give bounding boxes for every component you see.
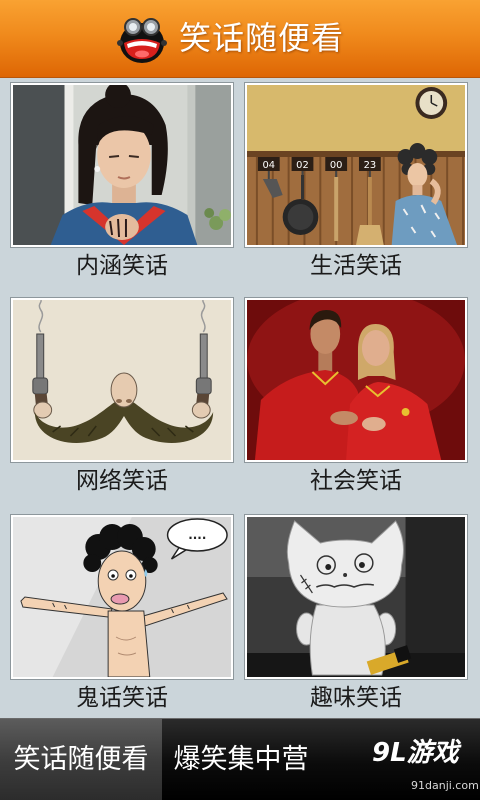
app-header: 笑话随便看 (0, 0, 480, 78)
watermark-site: 91danji.com (411, 779, 479, 792)
clock-icon (415, 87, 448, 119)
category-thumbnail[interactable] (244, 514, 468, 680)
app-title: 笑话随便看 (179, 19, 345, 57)
woman-portrait-image (13, 85, 231, 245)
category-thumbnail[interactable] (10, 82, 234, 248)
app-logo-icon (117, 18, 167, 63)
category-label: 生活笑话 (310, 253, 402, 279)
nose (110, 372, 138, 408)
category-tile-society[interactable]: 社会笑话 (244, 297, 468, 497)
category-label: 趣味笑话 (310, 685, 402, 711)
category-label: 社会笑话 (310, 468, 402, 494)
couple-red-jerseys-image (247, 300, 465, 460)
tab-browse-jokes[interactable]: 笑话随便看 (0, 719, 162, 800)
category-tile-fun[interactable]: 趣味笑话 (244, 514, 468, 714)
category-thumbnail[interactable] (244, 297, 468, 463)
category-tile-neihan[interactable]: 内涵笑话 (10, 82, 234, 282)
cartoon-man-image: .... (13, 517, 231, 677)
tab-joke-camp[interactable]: 爆笑集中营 (162, 719, 320, 800)
category-thumbnail[interactable]: 04 02 00 23 (244, 82, 468, 248)
hook-number: 04 (263, 160, 276, 171)
bottom-tab-bar: 笑话随便看 爆笑集中营 9L游戏 91danji.com (0, 718, 480, 800)
hook-number: 23 (364, 160, 377, 171)
bubble-text: .... (188, 528, 206, 542)
category-grid: 内涵笑话 04 02 00 23 生活笑话 网络笑话 社会笑话 .... 鬼话笑… (0, 78, 480, 718)
category-tile-ghost[interactable]: .... 鬼话笑话 (10, 514, 234, 714)
hook-number: 02 (296, 160, 309, 171)
hook-number: 00 (330, 160, 343, 171)
category-label: 内涵笑话 (76, 253, 168, 279)
category-thumbnail[interactable]: .... (10, 514, 234, 680)
watermark-logo: 9L游戏 (372, 738, 459, 768)
kitchen-hooks-image: 04 02 00 23 (247, 85, 465, 245)
white-cat-figure-image (247, 517, 465, 677)
category-label: 鬼话笑话 (76, 685, 168, 711)
category-tile-internet[interactable]: 网络笑话 (10, 297, 234, 497)
category-thumbnail[interactable] (10, 297, 234, 463)
category-tile-life[interactable]: 04 02 00 23 生活笑话 (244, 82, 468, 282)
category-label: 网络笑话 (76, 468, 168, 494)
mustache-revolvers-image (13, 300, 231, 460)
